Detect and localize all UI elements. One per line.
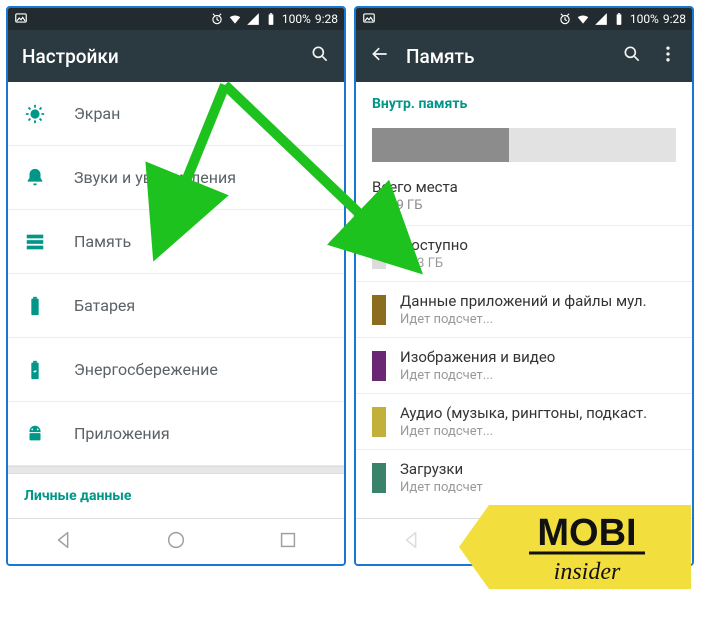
swatch <box>372 407 386 437</box>
settings-item-powersave[interactable]: Энергосбережение <box>8 338 344 402</box>
storage-list: Внутр. память Всего места 11,99 ГБ Досту… <box>356 82 692 518</box>
storage-icon <box>24 231 46 253</box>
wifi-icon <box>576 12 590 26</box>
available-label: Доступно <box>400 236 468 254</box>
phone-storage: 100% 9:28 Память Внутр. память Всего мес… <box>354 6 694 566</box>
battery-pct: 100% <box>282 12 311 26</box>
category-sub: Идет подсчет... <box>400 368 555 383</box>
battery-icon <box>264 12 278 26</box>
swatch-available <box>372 239 386 269</box>
android-icon <box>24 423 46 445</box>
settings-item-label: Звуки и уведомления <box>74 168 236 187</box>
wifi-icon <box>228 12 242 26</box>
category-sub: Идет подсчет <box>400 480 483 495</box>
page-title: Память <box>406 45 606 68</box>
settings-item-label: Приложения <box>74 424 170 443</box>
storage-usage-bar <box>356 118 692 172</box>
settings-item-label: Энергосбережение <box>74 360 218 379</box>
app-bar: Настройки <box>8 30 344 82</box>
brightness-icon <box>24 103 46 125</box>
settings-item-label: Память <box>74 232 131 251</box>
nav-home-icon[interactable] <box>513 529 535 555</box>
alarm-icon <box>558 12 572 26</box>
battery-leaf-icon <box>24 359 46 381</box>
phone-settings: 100% 9:28 Настройки Экран Звуки и уведо <box>6 6 346 566</box>
total-space-value: 11,99 ГБ <box>372 198 676 213</box>
category-row[interactable]: Данные приложений и файлы мул. Идет подс… <box>356 281 692 337</box>
nav-recent-icon[interactable] <box>277 529 299 555</box>
settings-item-sound[interactable]: Звуки и уведомления <box>8 146 344 210</box>
nav-bar <box>356 518 692 564</box>
search-icon[interactable] <box>310 44 330 68</box>
nav-home-icon[interactable] <box>165 529 187 555</box>
total-space-label: Всего места <box>372 178 676 196</box>
divider <box>8 466 344 474</box>
settings-list: Экран Звуки и уведомления Память Батарея <box>8 82 344 518</box>
category-row[interactable]: Загрузки Идет подсчет <box>356 449 692 505</box>
gallery-icon <box>362 11 376 28</box>
category-title: Аудио (музыка, рингтоны, подкаст. <box>400 404 647 422</box>
app-bar: Память <box>356 30 692 82</box>
section-header-internal: Внутр. память <box>356 82 692 118</box>
cell-signal-icon <box>594 12 608 26</box>
status-bar: 100% 9:28 <box>8 8 344 30</box>
overflow-menu-icon[interactable] <box>658 44 678 68</box>
swatch <box>372 463 386 493</box>
nav-back-icon[interactable] <box>401 529 423 555</box>
category-sub: Идет подсчет... <box>400 312 647 327</box>
settings-item-apps[interactable]: Приложения <box>8 402 344 466</box>
status-bar: 100% 9:28 <box>356 8 692 30</box>
battery-pct: 100% <box>630 12 659 26</box>
clock-time: 9:28 <box>663 12 686 26</box>
gallery-icon <box>14 11 28 28</box>
battery-icon <box>612 12 626 26</box>
category-title: Загрузки <box>400 460 483 478</box>
swatch <box>372 351 386 381</box>
total-space: Всего места 11,99 ГБ <box>356 172 692 225</box>
category-row[interactable]: Аудио (музыка, рингтоны, подкаст. Идет п… <box>356 393 692 449</box>
cell-signal-icon <box>246 12 260 26</box>
category-title: Данные приложений и файлы мул. <box>400 292 647 310</box>
clock-time: 9:28 <box>315 12 338 26</box>
available-row[interactable]: Доступно 6,63 ГБ <box>356 225 692 281</box>
nav-back-icon[interactable] <box>53 529 75 555</box>
swatch <box>372 295 386 325</box>
nav-bar <box>8 518 344 564</box>
settings-item-label: Экран <box>74 104 120 123</box>
section-header-personal: Личные данные <box>8 474 344 510</box>
settings-item-label: Батарея <box>74 296 135 315</box>
bell-icon <box>24 167 46 189</box>
category-sub: Идет подсчет... <box>400 424 647 439</box>
settings-item-storage[interactable]: Память <box>8 210 344 274</box>
settings-item-battery[interactable]: Батарея <box>8 274 344 338</box>
category-title: Изображения и видео <box>400 348 555 366</box>
page-title: Настройки <box>22 45 294 68</box>
settings-item-display[interactable]: Экран <box>8 82 344 146</box>
alarm-icon <box>210 12 224 26</box>
search-icon[interactable] <box>622 44 642 68</box>
back-arrow-icon[interactable] <box>370 44 390 68</box>
available-value: 6,63 ГБ <box>400 256 468 271</box>
category-row[interactable]: Изображения и видео Идет подсчет... <box>356 337 692 393</box>
nav-recent-icon[interactable] <box>625 529 647 555</box>
battery-vert-icon <box>24 295 46 317</box>
